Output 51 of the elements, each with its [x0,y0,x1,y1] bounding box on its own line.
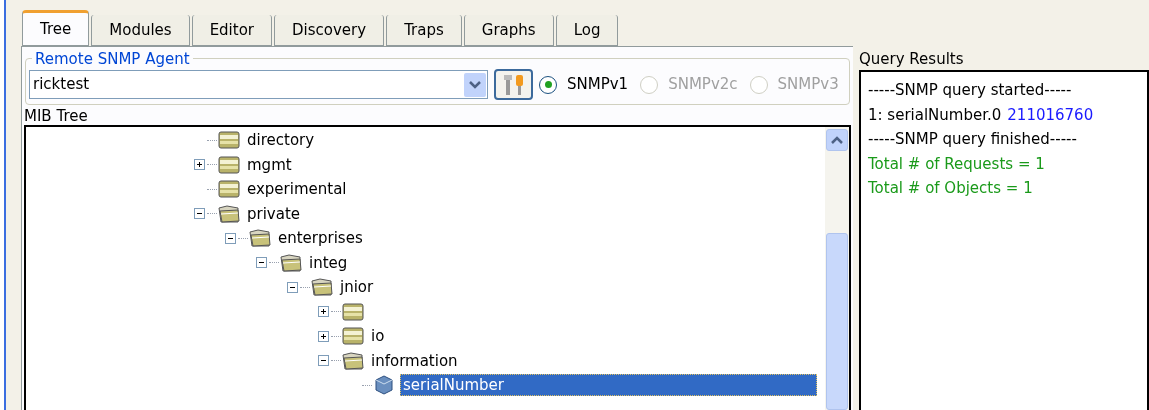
tab[interactable]: Log [555,15,619,46]
tools-button[interactable] [494,69,533,100]
expand-toggle[interactable] [317,330,329,342]
tools-icon [501,72,526,97]
expand-toggle[interactable] [193,159,205,171]
open-folder-icon [310,277,334,298]
tree-item[interactable]: enterprises [276,228,365,249]
tree-item[interactable]: integ [307,252,350,273]
folder-icon [217,154,241,175]
tab[interactable]: Discovery [274,15,385,46]
folder-icon [341,301,365,322]
result-value: 211016760 [1007,104,1094,126]
result-line: -----SNMP query finished----- [868,129,1077,150]
scrollbar[interactable] [825,127,849,410]
tab[interactable]: Tree [22,10,90,46]
collapse-toggle[interactable] [193,208,205,220]
scroll-up-icon [831,136,843,144]
folder-icon [217,130,241,151]
collapse-toggle[interactable] [286,281,298,293]
tree-item[interactable]: jnior [338,277,376,298]
tree-item[interactable]: information [369,350,460,371]
result-line: Total # of Objects = 1 [868,178,1033,199]
panel-title: MIB Tree [24,107,89,125]
panel-title: Query Results [859,50,965,68]
expand-toggle[interactable] [317,306,329,318]
cube-icon [372,374,396,397]
open-folder-icon [279,252,303,273]
tree-item[interactable]: directory [245,130,317,151]
folder-icon [341,326,365,347]
tree-item[interactable]: private [245,203,303,224]
tab[interactable]: Modules [91,15,190,46]
tab[interactable]: Graphs [463,15,554,46]
result-line: 1: serialNumber.0 [868,104,1002,126]
open-folder-icon [341,350,365,371]
collapse-toggle[interactable] [224,232,236,244]
collapse-toggle[interactable] [317,355,329,367]
tab[interactable]: Editor [191,15,273,46]
result-line: Total # of Requests = 1 [868,153,1045,175]
tree-item[interactable]: mgmt [245,154,294,175]
group-legend: Remote SNMP Agent [32,50,193,68]
collapse-toggle[interactable] [255,257,267,269]
tree-item[interactable]: io [369,326,387,347]
tree-item[interactable]: serialNumber [400,374,817,397]
folder-icon [217,179,241,200]
result-line: -----SNMP query started----- [868,80,1072,101]
open-folder-icon [217,203,241,224]
tree-item[interactable]: experimental [245,179,349,200]
tab[interactable]: Traps [386,15,462,46]
version-radio[interactable]: SNMPv1 [539,73,629,96]
host-dropdown[interactable]: ricktest [29,70,488,99]
open-folder-icon [248,228,272,249]
